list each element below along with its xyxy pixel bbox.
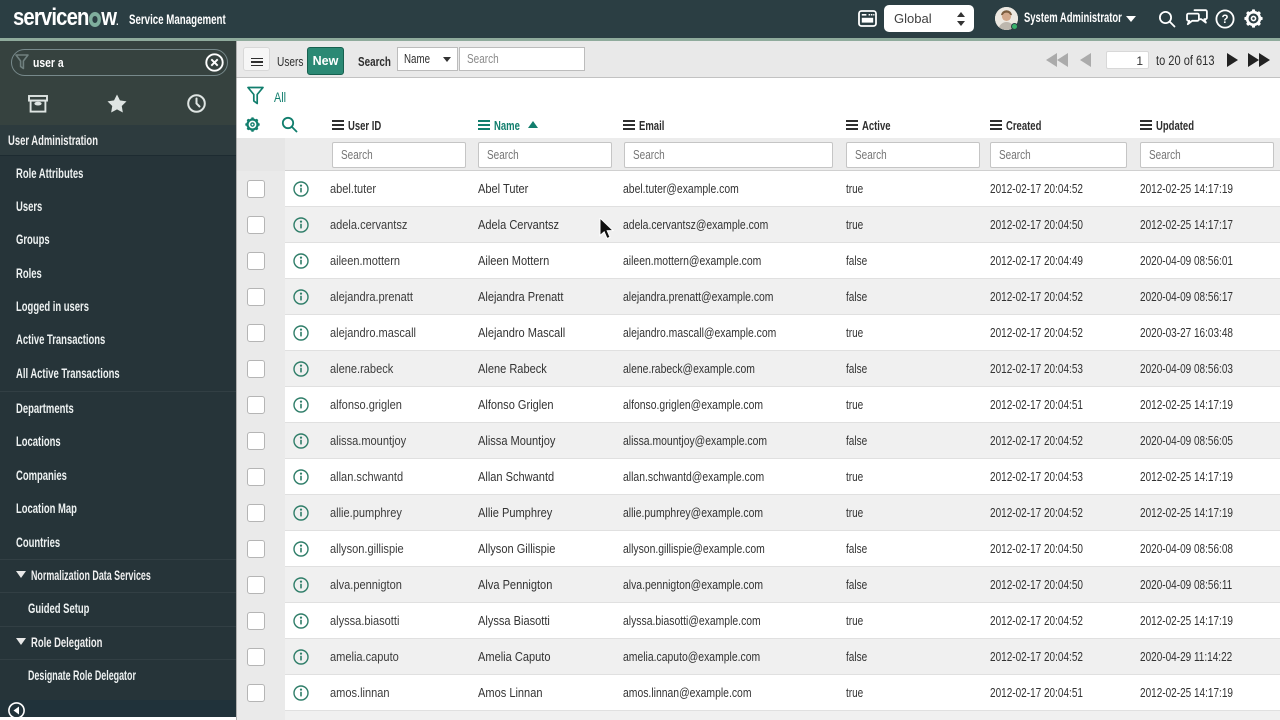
svg-text:?: ? [1221, 14, 1228, 26]
